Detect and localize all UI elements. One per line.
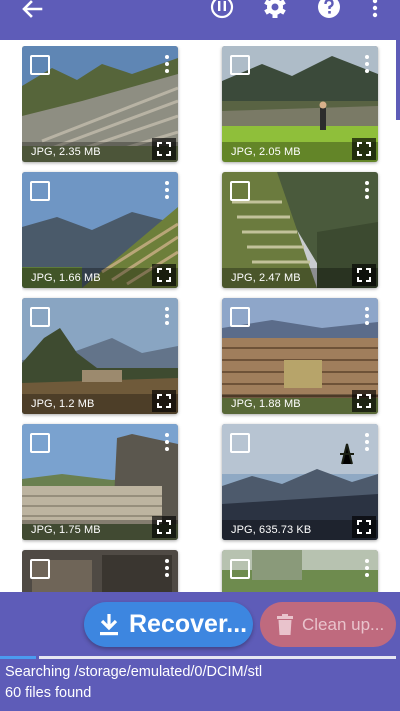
fullscreen-icon (157, 268, 171, 282)
photo-select-checkbox[interactable] (230, 559, 250, 579)
gear-icon (264, 0, 286, 18)
status-area: Searching /storage/emulated/0/DCIM/stl 6… (0, 662, 400, 711)
photo-file-info: JPG, 2.35 MB (31, 146, 101, 158)
help-button[interactable] (309, 0, 349, 18)
photo-file-info: JPG, 635.73 KB (231, 524, 312, 536)
photo-select-checkbox[interactable] (30, 433, 50, 453)
photo-select-checkbox[interactable] (30, 55, 50, 75)
photo-card[interactable]: JPG, 1.2 MB (22, 298, 178, 414)
help-circle-icon (318, 0, 340, 18)
photo-grid[interactable]: JPG, 2.35 MB JPG, 2.05 MB JPG, 1.66 MB JPG,… (22, 46, 382, 592)
photo-select-checkbox[interactable] (230, 433, 250, 453)
photo-more-icon[interactable] (164, 181, 170, 199)
photo-file-info: JPG, 2.47 MB (231, 272, 301, 284)
photo-select-checkbox[interactable] (230, 181, 250, 201)
photo-more-icon[interactable] (164, 55, 170, 73)
fullscreen-icon (357, 142, 371, 156)
photo-file-info: JPG, 1.88 MB (231, 398, 301, 410)
recover-button[interactable]: Recover... (84, 602, 253, 647)
fullscreen-icon (157, 394, 171, 408)
photo-file-info: JPG, 1.2 MB (31, 398, 95, 410)
photo-card[interactable] (222, 550, 378, 592)
progress-fill (0, 656, 36, 659)
photo-file-info: JPG, 1.66 MB (31, 272, 101, 284)
photo-card[interactable]: JPG, 2.05 MB (222, 46, 378, 162)
photo-more-icon[interactable] (364, 559, 370, 577)
photo-select-checkbox[interactable] (30, 181, 50, 201)
photo-more-icon[interactable] (164, 559, 170, 577)
app-screen: JPG, 2.35 MB JPG, 2.05 MB JPG, 1.66 MB JPG,… (0, 0, 400, 711)
action-bar: Recover... Clean up... (0, 592, 400, 656)
cleanup-button[interactable]: Clean up... (260, 602, 396, 647)
fullscreen-icon (357, 394, 371, 408)
photo-card[interactable]: JPG, 2.35 MB (22, 46, 178, 162)
fullscreen-button[interactable] (352, 516, 376, 538)
search-path-text: Searching /storage/emulated/0/DCIM/stl (5, 664, 263, 680)
fullscreen-icon (357, 520, 371, 534)
fullscreen-button[interactable] (352, 390, 376, 412)
scrollbar-thumb[interactable] (396, 40, 400, 120)
top-toolbar (0, 0, 400, 40)
recover-button-label: Recover... (129, 610, 248, 638)
photo-file-info: JPG, 1.75 MB (31, 524, 101, 536)
photo-more-icon[interactable] (364, 307, 370, 325)
fullscreen-button[interactable] (352, 264, 376, 286)
fullscreen-icon (357, 268, 371, 282)
arrow-back-icon (22, 0, 43, 18)
fullscreen-button[interactable] (152, 390, 176, 412)
photo-more-icon[interactable] (364, 55, 370, 73)
overflow-menu-button[interactable] (355, 0, 395, 18)
scrollbar[interactable] (396, 40, 400, 592)
photo-card[interactable]: JPG, 635.73 KB (222, 424, 378, 540)
fullscreen-button[interactable] (152, 264, 176, 286)
photo-file-info: JPG, 2.05 MB (231, 146, 301, 158)
photo-select-checkbox[interactable] (230, 55, 250, 75)
cleanup-button-label: Clean up... (302, 614, 385, 634)
photo-card[interactable]: JPG, 1.66 MB (22, 172, 178, 288)
photo-card[interactable]: JPG, 1.88 MB (222, 298, 378, 414)
pause-button[interactable] (202, 0, 242, 19)
fullscreen-button[interactable] (352, 138, 376, 160)
settings-button[interactable] (255, 0, 295, 18)
fullscreen-icon (157, 520, 171, 534)
photo-select-checkbox[interactable] (30, 559, 50, 579)
photo-more-icon[interactable] (164, 307, 170, 325)
photo-more-icon[interactable] (364, 433, 370, 451)
pause-circle-icon (210, 0, 234, 19)
photo-card[interactable] (22, 550, 178, 592)
download-icon (100, 613, 118, 635)
photo-card[interactable]: JPG, 1.75 MB (22, 424, 178, 540)
trash-icon (277, 613, 293, 635)
photo-select-checkbox[interactable] (30, 307, 50, 327)
photo-more-icon[interactable] (364, 181, 370, 199)
progress-remaining (39, 656, 396, 659)
photo-select-checkbox[interactable] (230, 307, 250, 327)
fullscreen-button[interactable] (152, 516, 176, 538)
photo-more-icon[interactable] (164, 433, 170, 451)
fullscreen-icon (157, 142, 171, 156)
back-button[interactable] (12, 0, 52, 18)
fullscreen-button[interactable] (152, 138, 176, 160)
more-vertical-icon (372, 0, 378, 18)
files-found-text: 60 files found (5, 685, 92, 701)
photo-card[interactable]: JPG, 2.47 MB (222, 172, 378, 288)
